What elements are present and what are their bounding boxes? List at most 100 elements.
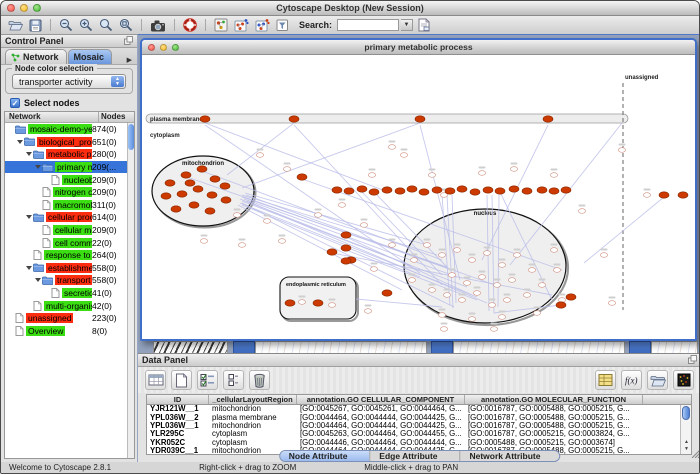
red-node[interactable] [221, 197, 231, 203]
red-node[interactable] [457, 186, 467, 192]
table-row[interactable]: YLR295Ccytoplasm[GO:0045263, GO:0044464,… [147, 430, 680, 438]
tree-row[interactable]: metabolic process280(0) [5, 148, 127, 161]
red-node[interactable] [561, 187, 571, 193]
background-window-thumbnail[interactable] [153, 341, 228, 353]
tree-row[interactable]: Overview8(0) [5, 325, 127, 338]
white-node[interactable] [550, 173, 557, 178]
white-node[interactable] [503, 298, 510, 303]
zoom-out-icon[interactable] [57, 17, 75, 33]
red-node[interactable] [382, 290, 392, 296]
red-node[interactable] [659, 192, 669, 198]
red-node[interactable] [205, 208, 215, 214]
tree-row[interactable]: transport558(0) [5, 274, 127, 287]
tab-network-attribute-browser[interactable]: Network Attribute Browser [459, 451, 559, 461]
red-node[interactable] [382, 187, 392, 193]
red-node[interactable] [357, 186, 367, 192]
red-node[interactable] [327, 249, 337, 255]
new-attribute-icon[interactable] [171, 370, 192, 390]
red-node[interactable] [285, 300, 295, 306]
red-node[interactable] [332, 187, 342, 193]
col-region[interactable]: _cellularLayoutRegion [209, 395, 297, 404]
tree-row[interactable]: cellular metabol209(0) [5, 224, 127, 237]
red-node[interactable] [185, 180, 195, 186]
search-input[interactable] [337, 19, 399, 31]
col-molecular-function[interactable]: annotation.GO MOLECULAR_FUNCTION [465, 395, 643, 404]
table-row[interactable]: YPL036W__2plasma membrane[GO:0044464, GO… [147, 414, 680, 422]
unselect-all-attributes-icon[interactable] [223, 370, 244, 390]
red-node[interactable] [432, 187, 442, 193]
red-node[interactable] [509, 186, 519, 192]
white-node[interactable] [368, 173, 375, 178]
node-color-dropdown[interactable]: transporter activity ▲▼ [12, 74, 126, 89]
tree-row[interactable]: macromolecule311(0) [5, 199, 127, 212]
close-frame-button[interactable] [148, 44, 155, 51]
white-node[interactable] [423, 243, 430, 248]
float-panel-icon[interactable] [688, 355, 697, 366]
white-node[interactable] [523, 293, 530, 298]
red-node[interactable] [161, 193, 171, 199]
white-node[interactable] [458, 298, 465, 303]
white-node[interactable] [428, 288, 435, 293]
white-node[interactable] [468, 258, 475, 263]
vizmapper-icon[interactable] [212, 17, 230, 33]
select-nodes-checkbox[interactable]: ✓ [10, 98, 20, 108]
red-node[interactable] [313, 300, 323, 306]
tree-row[interactable]: unassigned223(0) [5, 312, 127, 325]
disclosure-arrow-icon[interactable] [25, 152, 33, 156]
red-node[interactable] [189, 202, 199, 208]
tree-row[interactable]: cell communicat22(0) [5, 236, 127, 249]
white-node[interactable] [364, 309, 371, 314]
import-attribute-table-icon[interactable] [595, 370, 616, 390]
tree-row[interactable]: nitrogen compou209(0) [5, 186, 127, 199]
red-node[interactable] [483, 187, 493, 193]
white-node[interactable] [478, 275, 485, 280]
white-node[interactable] [478, 171, 485, 176]
white-node[interactable] [298, 300, 305, 305]
annotation-icon[interactable] [415, 17, 433, 33]
tree-row[interactable]: nucleobase-cont209(0) [5, 173, 127, 186]
white-node[interactable] [438, 313, 445, 318]
white-node[interactable] [200, 239, 207, 244]
white-node[interactable] [600, 253, 607, 258]
select-attributes-icon[interactable] [145, 370, 166, 390]
tree-row[interactable]: primary metabolic209(... [5, 161, 127, 174]
white-node[interactable] [278, 239, 285, 244]
network-view-titlebar[interactable]: primary metabolic process [142, 40, 695, 55]
save-icon[interactable] [27, 17, 44, 33]
red-node[interactable] [522, 188, 532, 194]
background-window-edge[interactable] [233, 341, 255, 353]
help-icon[interactable] [181, 17, 199, 33]
red-node[interactable] [445, 188, 455, 194]
red-node[interactable] [415, 116, 425, 122]
white-node[interactable] [440, 327, 447, 332]
white-node[interactable] [263, 219, 270, 224]
disclosure-arrow-icon[interactable] [25, 215, 33, 219]
red-node[interactable] [395, 188, 405, 194]
red-node[interactable] [289, 116, 299, 122]
white-node[interactable] [608, 301, 615, 306]
zoom-in-icon[interactable] [77, 17, 95, 33]
red-node[interactable] [177, 191, 187, 197]
white-node[interactable] [618, 148, 625, 153]
white-node[interactable] [463, 281, 470, 286]
red-node[interactable] [566, 294, 576, 300]
filter-icon[interactable] [274, 17, 291, 33]
white-node[interactable] [528, 268, 535, 273]
tree-row[interactable]: secretion41(0) [5, 287, 127, 300]
white-node[interactable] [443, 293, 450, 298]
tree-row[interactable]: mosaic-demo-yeast874(0) [5, 123, 127, 136]
table-row[interactable]: YKR052Ccytoplasm[GO:0044446, GO:0044464,… [147, 439, 680, 447]
tree-row[interactable]: cellular process614(0) [5, 211, 127, 224]
red-node[interactable] [171, 206, 181, 212]
white-node[interactable] [490, 327, 497, 332]
white-node[interactable] [643, 193, 650, 198]
background-window-thumbnail[interactable] [255, 341, 427, 353]
white-node[interactable] [388, 243, 395, 248]
import-file-icon[interactable] [647, 370, 668, 390]
tab-overflow-button[interactable]: ▶ [125, 56, 134, 64]
float-panel-icon[interactable] [124, 36, 133, 47]
snapshot-icon[interactable] [148, 17, 168, 33]
red-node[interactable] [200, 116, 210, 122]
tree-row[interactable]: response to stimulu264(0) [5, 249, 127, 262]
open-icon[interactable] [6, 17, 25, 33]
